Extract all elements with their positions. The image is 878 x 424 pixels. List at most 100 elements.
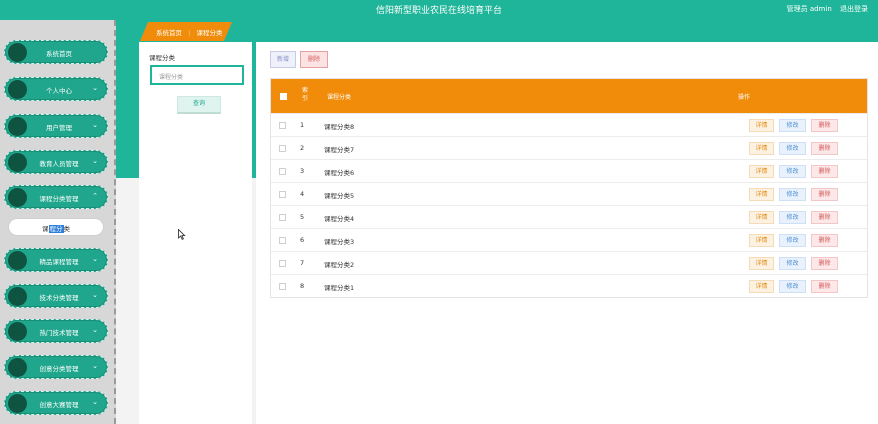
menu-dot-icon [8,153,27,172]
table-row: 2 课程分类7 详情 修改 删除 [271,136,867,159]
sidebar-item-label: 热门技术管理 [39,329,79,337]
top-bar: 信阳新型职业农民在线培育平台 管理员 admin 退出登录 [0,0,878,20]
breadcrumb-separator: ⋮ [186,29,193,37]
row-delete-button[interactable]: 删除 [811,280,838,293]
sidebar-item-label: 创意大赛管理 [39,401,79,409]
table-header: 索 引 课程分类 操作 [271,79,867,113]
chevron-up-icon: ⌃ [92,192,98,200]
edit-button[interactable]: 修改 [779,165,806,178]
mouse-cursor-icon [178,229,186,240]
row-checkbox[interactable] [279,283,286,290]
row-delete-button[interactable]: 删除 [811,165,838,178]
row-checkbox[interactable] [279,214,286,221]
edit-button[interactable]: 修改 [779,280,806,293]
row-name: 课程分类1 [324,284,355,292]
select-all-checkbox[interactable] [280,93,287,100]
edit-button[interactable]: 修改 [779,257,806,270]
detail-button[interactable]: 详情 [749,188,774,201]
row-delete-button[interactable]: 删除 [811,257,838,270]
search-label: 课程分类 [149,54,175,62]
menu-dot-icon [8,117,27,136]
row-name: 课程分类5 [324,192,355,200]
detail-button[interactable]: 详情 [749,165,774,178]
row-index: 3 [300,167,305,175]
sidebar-item-home[interactable]: 系统首页 [4,40,108,64]
sidebar-item-label: 技术分类管理 [39,294,79,302]
delete-button[interactable]: 删除 [300,51,328,68]
search-input[interactable]: 课程分类 [150,65,244,85]
sub-label-after: 类 [63,225,71,233]
breadcrumb: 系统首页 ⋮ 课程分类 [140,22,232,41]
edit-button[interactable]: 修改 [779,119,806,132]
row-index: 4 [300,190,305,198]
sub-label-before: 课 [42,225,49,233]
row-delete-button[interactable]: 删除 [811,188,838,201]
row-name: 课程分类2 [324,261,355,269]
row-checkbox[interactable] [279,168,286,175]
sidebar-item-users[interactable]: 用户管理 ⌄ [4,114,108,138]
chevron-down-icon: ⌄ [92,398,98,406]
sidebar-item-label: 用户管理 [46,124,72,132]
row-delete-button[interactable]: 删除 [811,142,838,155]
chevron-down-icon: ⌄ [92,84,98,92]
edit-button[interactable]: 修改 [779,142,806,155]
query-button[interactable]: 查询 [177,96,221,114]
sidebar-item-premium-courses[interactable]: 精品课程管理 ⌄ [4,248,108,272]
sub-label-selection: 程分 [48,225,64,233]
sidebar-item-idea-category[interactable]: 创意分类管理 ⌄ [4,355,108,379]
row-name: 课程分类7 [324,146,355,154]
chevron-down-icon: ⌄ [92,362,98,370]
row-name: 课程分类6 [324,169,355,177]
row-delete-button[interactable]: 删除 [811,119,838,132]
sidebar-item-idea-contest[interactable]: 创意大赛管理 ⌄ [4,391,108,415]
sidebar: 系统首页 个人中心 ⌄ 用户管理 ⌄ 教育人员管理 ⌄ 课程分类管理 ⌃ 课程分… [0,20,116,424]
row-name: 课程分类3 [324,238,355,246]
detail-button[interactable]: 详情 [749,142,774,155]
sidebar-item-tech-category[interactable]: 技术分类管理 ⌄ [4,284,108,308]
row-checkbox[interactable] [279,237,286,244]
sidebar-item-hot-tech[interactable]: 热门技术管理 ⌄ [4,319,108,343]
row-checkbox[interactable] [279,145,286,152]
edit-button[interactable]: 修改 [779,234,806,247]
add-button[interactable]: 新增 [270,51,296,68]
detail-button[interactable]: 详情 [749,257,774,270]
detail-button[interactable]: 详情 [749,119,774,132]
menu-dot-icon [8,287,27,306]
row-checkbox[interactable] [279,191,286,198]
sidebar-subitem-label: 课程分类 [9,223,103,233]
row-delete-button[interactable]: 删除 [811,211,838,224]
row-index: 8 [300,282,305,290]
breadcrumb-home[interactable]: 系统首页 [156,29,182,37]
table-row: 8 课程分类1 详情 修改 删除 [271,274,867,297]
row-index: 5 [300,213,305,221]
detail-button[interactable]: 详情 [749,211,774,224]
edit-button[interactable]: 修改 [779,211,806,224]
detail-button[interactable]: 详情 [749,280,774,293]
sidebar-item-profile[interactable]: 个人中心 ⌄ [4,77,108,101]
search-panel: 课程分类 课程分类 查询 [139,42,252,424]
header-index: 索 引 [302,87,309,102]
row-checkbox[interactable] [279,260,286,267]
sidebar-item-course-category[interactable]: 课程分类管理 ⌃ [4,185,108,209]
menu-dot-icon [8,80,27,99]
row-checkbox[interactable] [279,122,286,129]
sidebar-subitem-course-category[interactable]: 课程分类 [8,218,104,236]
sidebar-item-label: 个人中心 [46,87,72,95]
row-name: 课程分类4 [324,215,355,223]
row-name: 课程分类8 [324,123,355,131]
app-title: 信阳新型职业农民在线培育平台 [375,6,502,16]
detail-button[interactable]: 详情 [749,234,774,247]
table-row: 5 课程分类4 详情 修改 删除 [271,205,867,228]
menu-dot-icon [8,251,27,270]
logout-link[interactable]: 退出登录 [840,5,868,13]
row-delete-button[interactable]: 删除 [811,234,838,247]
edit-button[interactable]: 修改 [779,188,806,201]
table-row: 1 课程分类8 详情 修改 删除 [271,113,867,136]
table-row: 7 课程分类2 详情 修改 删除 [271,251,867,274]
sidebar-item-label: 创意分类管理 [39,365,79,373]
chevron-down-icon: ⌄ [92,121,98,129]
menu-dot-icon [8,188,27,207]
sidebar-item-educators[interactable]: 教育人员管理 ⌄ [4,150,108,174]
menu-dot-icon [8,394,27,413]
category-table: 索 引 课程分类 操作 1 课程分类8 详情 修改 删除 2 课程分类7 详情 … [270,78,868,298]
